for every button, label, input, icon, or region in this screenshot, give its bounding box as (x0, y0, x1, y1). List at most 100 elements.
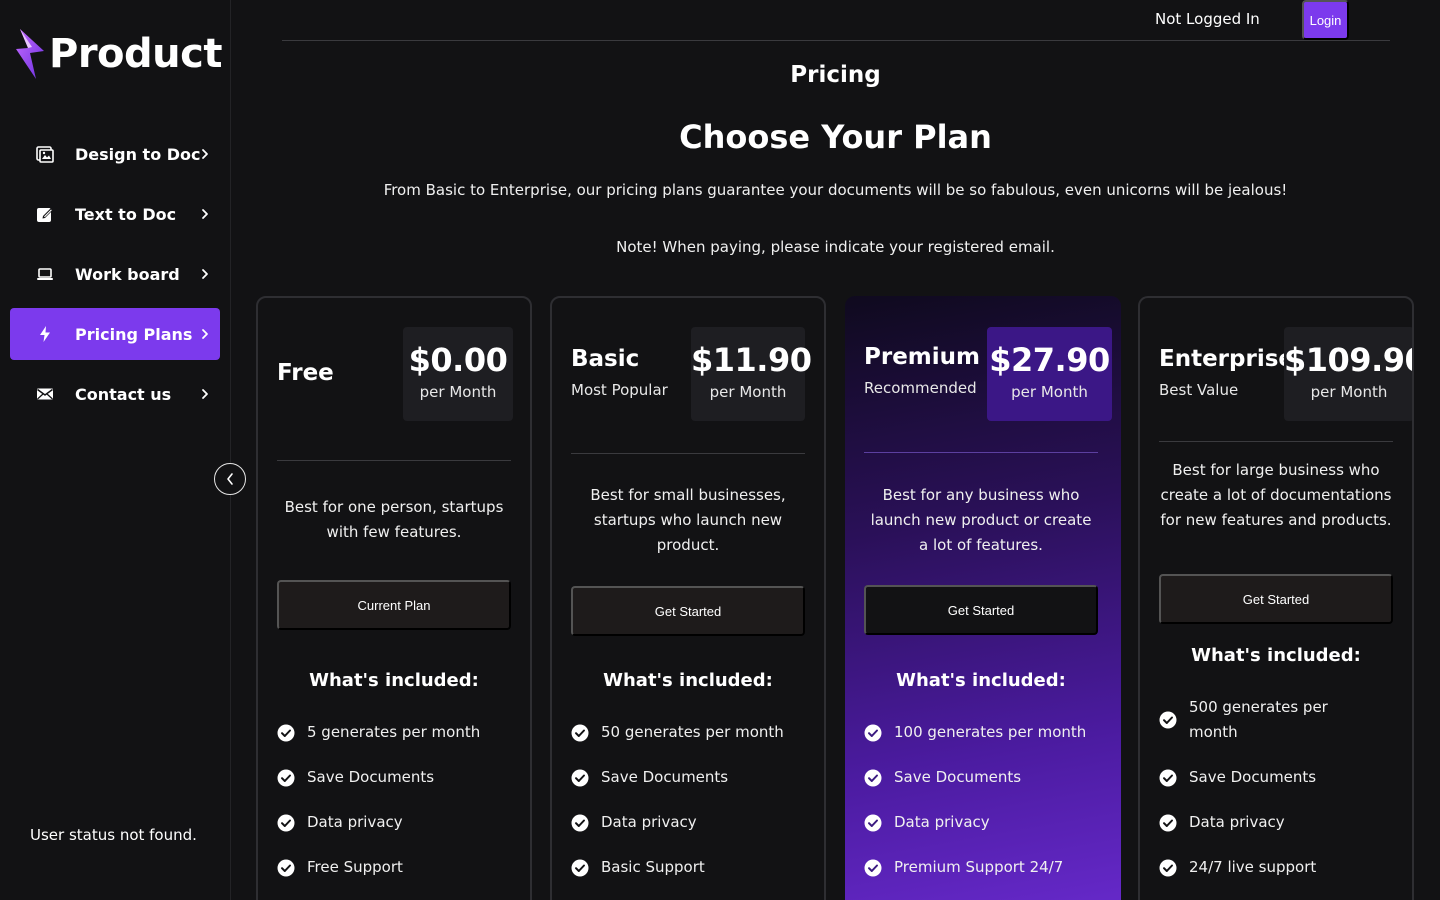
check-circle-icon (1159, 711, 1177, 729)
check-circle-icon (864, 769, 882, 786)
plan-price: $109.90 (1284, 341, 1414, 379)
divider (277, 460, 511, 461)
sidebar-item-pricing-plans[interactable]: Pricing Plans (10, 308, 220, 360)
feature-item: Premium Support 24/7 (864, 855, 1098, 880)
sidebar: Product Design to Doc Text to Doc Work b… (0, 0, 231, 900)
plan-card-free: Free $0.00 per Month Best for one person… (256, 296, 532, 900)
check-circle-icon (571, 814, 589, 831)
check-circle-icon (1159, 814, 1177, 831)
check-circle-icon (277, 859, 295, 876)
plan-description: Best for small businesses, startups who … (590, 486, 786, 554)
feature-text: Save Documents (601, 768, 729, 786)
get-started-button[interactable]: Get Started (571, 586, 805, 636)
sidebar-item-work-board[interactable]: Work board (10, 248, 220, 300)
feature-item: 24/7 live support (1159, 855, 1393, 880)
image-doc-icon (35, 144, 55, 164)
feature-text: Data privacy (894, 813, 990, 831)
feature-text: 100 generates per month (894, 723, 1087, 741)
feature-text: Save Documents (1189, 768, 1317, 786)
plan-tag: Recommended (864, 379, 977, 397)
current-plan-button[interactable]: Current Plan (277, 580, 511, 630)
feature-text: 500 generates per month (1189, 698, 1328, 741)
plan-description: Best for large business who create a lot… (1160, 461, 1392, 529)
feature-item: 50 generates per month (571, 720, 805, 745)
login-button[interactable]: Login (1302, 0, 1349, 40)
plan-description: Best for one person, startups with few f… (284, 498, 504, 541)
whats-included-title: What's included: (603, 670, 773, 691)
get-started-button[interactable]: Get Started (1159, 574, 1393, 624)
login-status-text: Not Logged In (1155, 10, 1260, 28)
feature-item: Basic Support (571, 855, 805, 880)
plan-description: Best for any business who launch new pro… (870, 486, 1092, 554)
divider (1159, 441, 1393, 442)
brand-logo[interactable]: Product (14, 26, 222, 82)
feature-text: Save Documents (894, 768, 1022, 786)
user-status-text: User status not found. (30, 826, 197, 844)
price-period: per Month (709, 383, 787, 401)
chevron-right-icon (202, 329, 208, 339)
feature-text: Data privacy (307, 813, 403, 831)
whats-included-title: What's included: (896, 670, 1066, 691)
divider (864, 452, 1098, 453)
plan-card-enterprise: Enterprise Best Value $109.90 per Month … (1138, 296, 1414, 900)
sidebar-item-design-to-doc[interactable]: Design to Doc (10, 128, 220, 180)
chevron-right-icon (202, 149, 208, 159)
check-circle-icon (277, 814, 295, 831)
sidebar-item-label: Pricing Plans (75, 324, 193, 344)
feature-item: Save Documents (1159, 765, 1393, 790)
plan-tag: Most Popular (571, 381, 668, 399)
feature-item: Data privacy (864, 810, 1098, 835)
plan-price: $0.00 (408, 341, 508, 379)
check-circle-icon (864, 724, 882, 741)
check-circle-icon (1159, 769, 1177, 786)
plan-price: $11.90 (691, 341, 812, 379)
plan-price: $27.90 (989, 341, 1110, 379)
pricing-subtitle: From Basic to Enterprise, our pricing pl… (383, 181, 1288, 199)
sidebar-item-label: Design to Doc (75, 144, 201, 164)
sidebar-item-label: Work board (75, 264, 180, 284)
sidebar-item-label: Text to Doc (75, 204, 177, 224)
feature-item: Save Documents (277, 765, 511, 790)
sidebar-item-text-to-doc[interactable]: Text to Doc (10, 188, 220, 240)
mail-icon (35, 384, 55, 404)
price-box: $109.90 per Month (1284, 327, 1414, 421)
whats-included-title: What's included: (1191, 645, 1361, 666)
check-circle-icon (1159, 859, 1177, 876)
price-box: $0.00 per Month (403, 327, 513, 421)
feature-item: Free Support (277, 855, 511, 880)
feature-text: 50 generates per month (601, 723, 784, 741)
check-circle-icon (864, 859, 882, 876)
plan-name: Basic (571, 346, 640, 372)
feature-text: Premium Support 24/7 (894, 858, 1064, 876)
feature-item: 100 generates per month (864, 720, 1098, 745)
feature-text: 5 generates per month (307, 723, 481, 741)
plan-card-basic: Basic Most Popular $11.90 per Month Best… (550, 296, 826, 900)
feature-item: Save Documents (864, 765, 1098, 790)
check-circle-icon (571, 724, 589, 741)
check-circle-icon (571, 769, 589, 786)
payment-note: Note! When paying, please indicate your … (616, 238, 1055, 256)
feature-text: Basic Support (601, 858, 705, 876)
price-period: per Month (1011, 383, 1088, 401)
get-started-button[interactable]: Get Started (864, 585, 1098, 635)
plan-tag: Best Value (1159, 381, 1239, 399)
chevron-right-icon (202, 209, 208, 219)
brand-name: Product (49, 31, 222, 77)
check-circle-icon (571, 859, 589, 876)
sidebar-item-contact-us[interactable]: Contact us (10, 368, 220, 420)
chevron-right-icon (202, 389, 208, 399)
collapse-sidebar-button[interactable] (214, 463, 246, 495)
plan-name: Enterprise (1159, 346, 1295, 372)
feature-text: Save Documents (307, 768, 435, 786)
chevron-right-icon (202, 269, 208, 279)
plan-card-premium: Premium Recommended $27.90 per Month Bes… (845, 296, 1121, 900)
whats-included-title: What's included: (309, 670, 479, 691)
feature-text: Free Support (307, 858, 403, 876)
price-period: per Month (1310, 383, 1388, 401)
check-circle-icon (277, 724, 295, 741)
feature-item: 500 generates per month (1159, 695, 1393, 745)
price-box: $11.90 per Month (691, 327, 812, 421)
check-circle-icon (277, 769, 295, 786)
feature-item: Save Documents (571, 765, 805, 790)
feature-text: Data privacy (1189, 813, 1285, 831)
